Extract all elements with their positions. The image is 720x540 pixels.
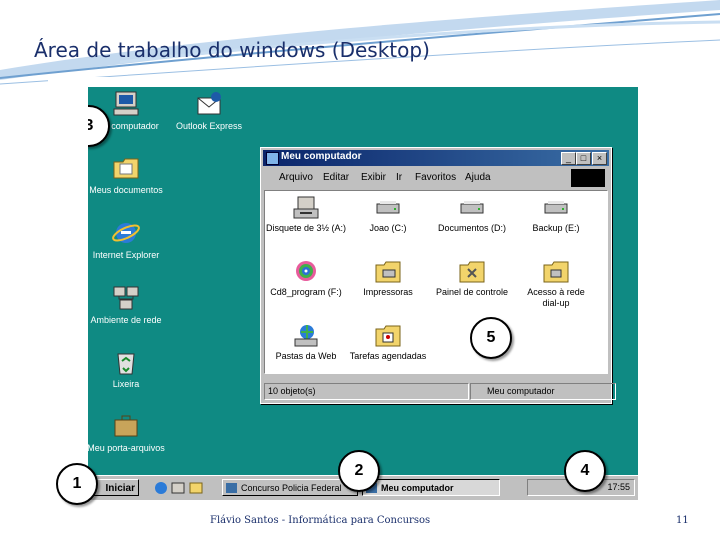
my-computer-icon — [113, 91, 139, 116]
start-button[interactable]: Iniciar — [91, 479, 139, 496]
slide-title: Área de trabalho do windows (Desktop) — [34, 38, 430, 62]
task-label: Concurso Policia Federal — [241, 483, 342, 493]
folder-label: Pastas da Web — [275, 351, 337, 361]
drive-label: Documentos (D:) — [437, 223, 507, 233]
folder-item[interactable]: Tarefas agendadas — [345, 323, 431, 362]
quick-launch-icons — [155, 482, 203, 494]
drive-item[interactable]: Disquete de 3½ (A:) — [263, 195, 349, 234]
drive-label: Disquete de 3½ (A:) — [265, 223, 347, 233]
desktop-icon-label: Internet Explorer — [92, 250, 160, 260]
callout-2: 2 — [338, 450, 380, 492]
folder-label: Painel de controle — [435, 287, 509, 297]
my-computer-window[interactable]: Meu computador _ □ × Arquivo Editar Exib… — [260, 147, 616, 404]
desktop-screenshot: computador Outlook Express Meus document… — [48, 77, 649, 511]
desktop-icon-label: Outlook Express — [175, 121, 243, 131]
hard-drive-icon — [544, 201, 568, 214]
window-content: Disquete de 3½ (A:) Joao (C:) Documentos… — [264, 190, 608, 374]
desktop-icon-label: Meus documentos — [89, 185, 163, 195]
desktop-icon-my-documents[interactable]: Meus documentos — [88, 153, 169, 196]
slide-footer: Flávio Santos - Informática para Concurs… — [210, 515, 431, 526]
drive-label: Cd8_program (F:) — [270, 287, 342, 297]
folder-label-line1: Acesso à rede — [527, 287, 585, 297]
status-bar: 10 objeto(s) Meu computador — [264, 382, 616, 400]
windows-logo-icon — [571, 169, 605, 187]
window-title: Meu computador — [281, 151, 362, 162]
maximize-button[interactable]: □ — [576, 152, 591, 165]
control-panel-icon — [459, 261, 485, 283]
callout-1: 1 — [56, 463, 98, 505]
close-button[interactable]: × — [592, 152, 607, 165]
status-object-count: 10 objeto(s) — [264, 383, 469, 400]
desktop-icon-recycle-bin[interactable]: Lixeira — [88, 347, 169, 390]
menu-ir[interactable]: Ir — [396, 172, 402, 183]
task-button-concurso[interactable]: Concurso Policia Federal — [222, 479, 358, 496]
folder-item[interactable]: Pastas da Web — [263, 323, 349, 362]
menu-bar: Arquivo Editar Exibir Ir Favoritos Ajuda — [265, 169, 607, 187]
desktop-icon-network[interactable]: Ambiente de rede — [88, 283, 169, 326]
drive-item[interactable]: Joao (C:) — [345, 195, 431, 234]
menu-ajuda[interactable]: Ajuda — [465, 172, 491, 183]
folder-item[interactable]: Acesso à rede dial-up — [513, 259, 599, 309]
folder-item[interactable]: Painel de controle — [429, 259, 515, 298]
task-label: Meu computador — [381, 483, 454, 493]
callout-4: 4 — [564, 450, 606, 492]
drive-label: Backup (E:) — [532, 223, 580, 233]
printers-folder-icon — [375, 261, 401, 283]
scheduled-tasks-icon — [375, 325, 401, 347]
menu-exibir[interactable]: Exibir — [361, 172, 386, 183]
folder-label: Tarefas agendadas — [349, 351, 427, 361]
callout-5: 5 — [470, 317, 512, 359]
menu-arquivo[interactable]: Arquivo — [279, 172, 313, 183]
menu-favoritos[interactable]: Favoritos — [415, 172, 456, 183]
desktop-icon-briefcase[interactable]: Meu porta-arquivos — [88, 411, 169, 454]
folder-label-line2: dial-up — [542, 298, 570, 308]
drive-item[interactable]: Cd8_program (F:) — [263, 259, 349, 298]
window-titlebar[interactable]: Meu computador _ □ × — [263, 150, 609, 166]
web-folders-icon — [294, 325, 318, 347]
dialup-icon — [543, 261, 569, 283]
drive-item[interactable]: Backup (E:) — [513, 195, 599, 234]
desktop-icon-label: Ambiente de rede — [90, 315, 162, 325]
hard-drive-icon — [376, 201, 400, 214]
task-button-my-computer[interactable]: Meu computador — [362, 479, 500, 496]
recycle-bin-icon — [117, 353, 135, 375]
briefcase-icon — [114, 415, 138, 437]
floppy-drive-icon — [293, 196, 319, 219]
desktop-icon-label: Lixeira — [112, 379, 140, 389]
desktop-area: computador Outlook Express Meus document… — [88, 87, 638, 475]
outlook-express-icon — [197, 92, 221, 115]
status-location: Meu computador — [470, 383, 616, 400]
desktop-icon-internet-explorer[interactable]: Internet Explorer — [88, 218, 169, 261]
document-icon — [226, 483, 237, 493]
menu-editar[interactable]: Editar — [323, 172, 349, 183]
drive-label: Joao (C:) — [369, 223, 407, 233]
desktop-icon-label: Meu porta-arquivos — [88, 443, 165, 453]
folder-label: Impressoras — [363, 287, 413, 297]
folder-icon — [113, 158, 139, 179]
minimize-button[interactable]: _ — [561, 152, 576, 165]
desktop-icon-outlook-express[interactable]: Outlook Express — [166, 89, 252, 132]
cd-drive-icon — [296, 261, 316, 281]
network-icon — [113, 286, 139, 310]
clock[interactable]: 17:55 — [607, 482, 630, 492]
page-number: 11 — [676, 515, 689, 526]
folder-item[interactable]: Impressoras — [345, 259, 431, 298]
internet-explorer-icon — [112, 223, 140, 243]
window-computer-icon — [266, 152, 279, 165]
hard-drive-icon — [460, 201, 484, 214]
drive-item[interactable]: Documentos (D:) — [429, 195, 515, 234]
